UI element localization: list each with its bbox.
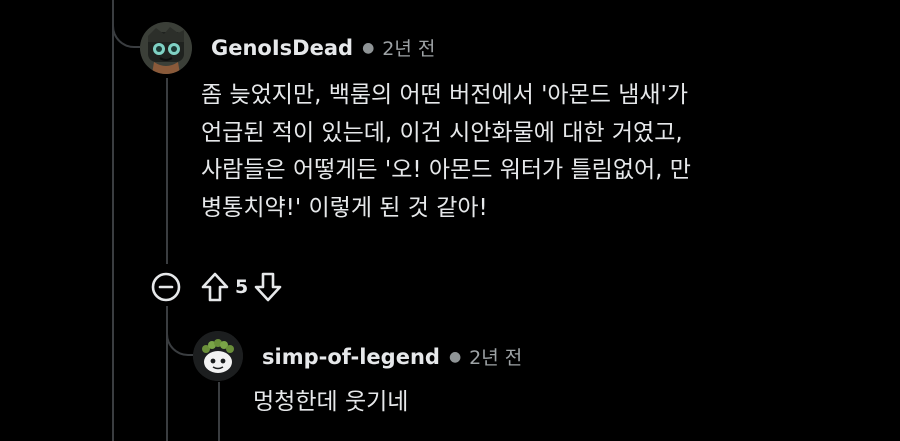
comment-line: 병통치약!' 이렇게 된 것 같아! <box>201 194 488 221</box>
comment-meta: GenoIsDead ● 2년 전 <box>211 34 435 61</box>
avatar-character-icon <box>140 22 192 74</box>
comment-line: 언급된 적이 있는데, 이건 시안화물에 대한 거였고, <box>201 119 683 146</box>
timestamp: 2년 전 <box>382 38 436 60</box>
comment-line: 좀 늦었지만, 백룸의 어떤 버전에서 '아몬드 냄새'가 <box>201 82 689 108</box>
thread-line-reply <box>218 382 220 441</box>
avatar[interactable] <box>193 331 243 381</box>
username[interactable]: GenoIsDead <box>211 36 353 60</box>
timestamp: 2년 전 <box>469 347 523 369</box>
downvote-arrow-icon[interactable] <box>252 270 284 304</box>
comment-body: 멍청한데 웃기네 <box>253 384 408 422</box>
collapse-icon[interactable] <box>149 270 183 304</box>
comment-body: 좀 늦었지만, 백룸의 어떤 버전에서 '아몬드 냄새'가 언급된 적이 있는데… <box>201 77 691 227</box>
thread-connector-1 <box>112 0 140 48</box>
username[interactable]: simp-of-legend <box>262 345 440 369</box>
upvote-arrow-icon[interactable] <box>199 270 231 304</box>
thread-line-comment1 <box>166 78 168 264</box>
avatar[interactable] <box>140 22 192 74</box>
avatar-snoo-icon <box>193 331 243 381</box>
comment-actions: 5 <box>149 270 284 304</box>
comment-line: 사람들은 어떻게든 '오! 아몬드 워터가 틀림없어, 만 <box>201 157 691 183</box>
separator-dot: ● <box>362 39 375 56</box>
separator-dot: ● <box>448 348 462 365</box>
thread-line-outer <box>112 0 114 441</box>
comment-line: 멍청한데 웃기네 <box>253 389 409 415</box>
comment-meta: simp-of-legend ● 2년 전 <box>262 343 522 370</box>
thread-connector-2 <box>166 306 194 356</box>
vote-count: 5 <box>235 276 249 298</box>
